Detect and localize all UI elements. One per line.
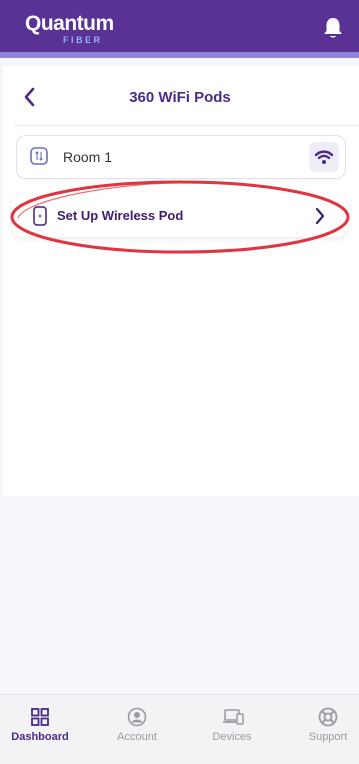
pod-icon (33, 206, 47, 226)
room-label: Room 1 (63, 149, 113, 165)
nav-dashboard[interactable]: Dashboard (0, 695, 80, 764)
nav-dashboard-label: Dashboard (11, 731, 69, 743)
nav-account-label: Account (117, 731, 157, 743)
devices-icon (223, 709, 244, 725)
user-circle-icon (127, 707, 147, 727)
nav-devices-label: Devices (212, 731, 252, 743)
page-title: 360 WiFi Pods (129, 89, 231, 106)
nav-support[interactable]: Support (288, 695, 359, 764)
bottom-navigation: Dashboard Account Devices Support (0, 694, 359, 764)
bell-icon[interactable] (322, 16, 344, 40)
logo-sub-text: FIBER (63, 35, 103, 45)
room-card[interactable]: Room 1 (16, 135, 346, 179)
app-header: Quantum FIBER (0, 0, 359, 52)
set-up-wireless-pod-button[interactable]: Set Up Wireless Pod (12, 193, 347, 237)
set-up-wireless-pod-label: Set Up Wireless Pod (57, 208, 184, 223)
logo-main-text: Quantum (25, 12, 114, 35)
lifebuoy-icon (318, 707, 338, 727)
content-panel (3, 66, 359, 496)
quantum-fiber-logo: Quantum FIBER (25, 12, 120, 46)
wifi-button[interactable] (309, 142, 339, 172)
nav-devices[interactable]: Devices (192, 695, 272, 764)
wifi-icon (314, 150, 334, 164)
header-accent-strip (0, 52, 359, 58)
nav-support-label: Support (308, 731, 348, 743)
divider (14, 125, 359, 126)
chevron-right-icon (315, 207, 325, 225)
chevron-left-icon[interactable] (20, 86, 40, 108)
router-icon (30, 147, 48, 165)
grid-icon (31, 708, 49, 726)
nav-account[interactable]: Account (97, 695, 177, 764)
